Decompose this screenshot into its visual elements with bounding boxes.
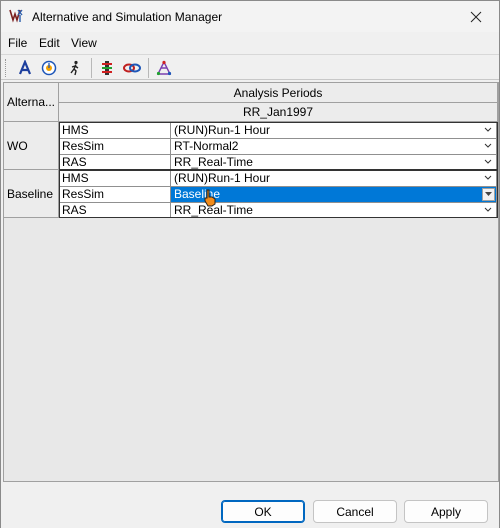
alternative-column-header[interactable]: Alterna... [4, 83, 59, 122]
apply-button[interactable]: Apply [404, 500, 488, 523]
ok-button[interactable]: OK [221, 500, 305, 523]
alternatives-grid: Alterna... Analysis Periods RR_Jan1997 W… [3, 82, 499, 482]
toolbar-separator [148, 58, 149, 78]
model-label: RAS [60, 155, 171, 169]
model-label: ResSim [60, 187, 171, 203]
title-bar[interactable]: Alternative and Simulation Manager [1, 1, 499, 32]
ladder-icon [102, 61, 112, 75]
dropdown-arrow-button[interactable] [482, 188, 495, 201]
dialog-window: Alternative and Simulation Manager File … [0, 0, 500, 528]
menu-bar: File Edit View [1, 32, 499, 53]
simulation-dropdown-active[interactable]: Baseline [171, 187, 497, 203]
simulation-dropdown[interactable]: RR_Real-Time [171, 203, 497, 217]
chevron-down-icon [484, 207, 492, 212]
network-icon [156, 60, 172, 76]
clock-info-button[interactable] [38, 57, 60, 79]
font-a-icon [18, 60, 32, 75]
link-button[interactable] [121, 57, 143, 79]
period-header[interactable]: RR_Jan1997 [59, 103, 498, 122]
menu-view[interactable]: View [71, 36, 97, 50]
dropdown-value: (RUN)Run-1 Hour [174, 123, 271, 137]
alternative-row-header[interactable]: WO [4, 122, 59, 170]
toolbar-separator [91, 58, 92, 78]
close-icon [470, 11, 482, 22]
menu-edit[interactable]: Edit [39, 36, 60, 50]
toolbar-grip[interactable] [5, 59, 7, 77]
alternative-name: Baseline [7, 186, 54, 201]
period-label: RR_Jan1997 [242, 105, 314, 119]
dropdown-value: RT-Normal2 [174, 139, 239, 153]
dropdown-value: (RUN)Run-1 Hour [174, 171, 271, 185]
ladder-button[interactable] [96, 57, 118, 79]
alternative-column-label: Alterna... [6, 95, 56, 109]
model-label: HMS [60, 171, 171, 187]
chevron-down-icon [484, 143, 492, 148]
model-label: RAS [60, 203, 171, 217]
simulation-dropdown[interactable]: RT-Normal2 [171, 139, 497, 155]
menu-file[interactable]: File [8, 36, 27, 50]
analysis-periods-header: Analysis Periods [59, 83, 498, 103]
wk-logo-icon [9, 8, 25, 24]
window-title: Alternative and Simulation Manager [32, 10, 223, 24]
cancel-button[interactable]: Cancel [313, 500, 397, 523]
alternative-block: HMS (RUN)Run-1 Hour ResSim Baseline RAS … [59, 170, 498, 218]
model-label: HMS [60, 123, 171, 139]
chevron-down-icon [484, 175, 492, 180]
runner-icon [70, 60, 79, 76]
hand-cursor-icon [204, 189, 216, 207]
dropdown-value: RR_Real-Time [174, 155, 253, 169]
link-icon [123, 63, 141, 73]
close-button[interactable] [453, 1, 499, 32]
simulation-dropdown[interactable]: (RUN)Run-1 Hour [171, 123, 497, 139]
chevron-down-icon [484, 159, 492, 164]
alternative-row-header[interactable]: Baseline [4, 170, 59, 218]
model-label: ResSim [60, 139, 171, 155]
run-button[interactable] [64, 57, 86, 79]
alternative-name: WO [7, 138, 28, 153]
simulation-dropdown[interactable]: RR_Real-Time [171, 155, 497, 169]
toolbar [1, 54, 499, 80]
network-button[interactable] [153, 57, 175, 79]
simulation-dropdown[interactable]: (RUN)Run-1 Hour [171, 171, 497, 187]
font-button[interactable] [14, 57, 36, 79]
button-bar: OK Cancel Apply [1, 482, 499, 528]
clock-info-icon [41, 60, 57, 76]
analysis-periods-label: Analysis Periods [233, 85, 323, 100]
triangle-down-icon [485, 192, 492, 196]
chevron-down-icon [484, 127, 492, 132]
alternative-block: HMS (RUN)Run-1 Hour ResSim RT-Normal2 RA… [59, 122, 498, 170]
